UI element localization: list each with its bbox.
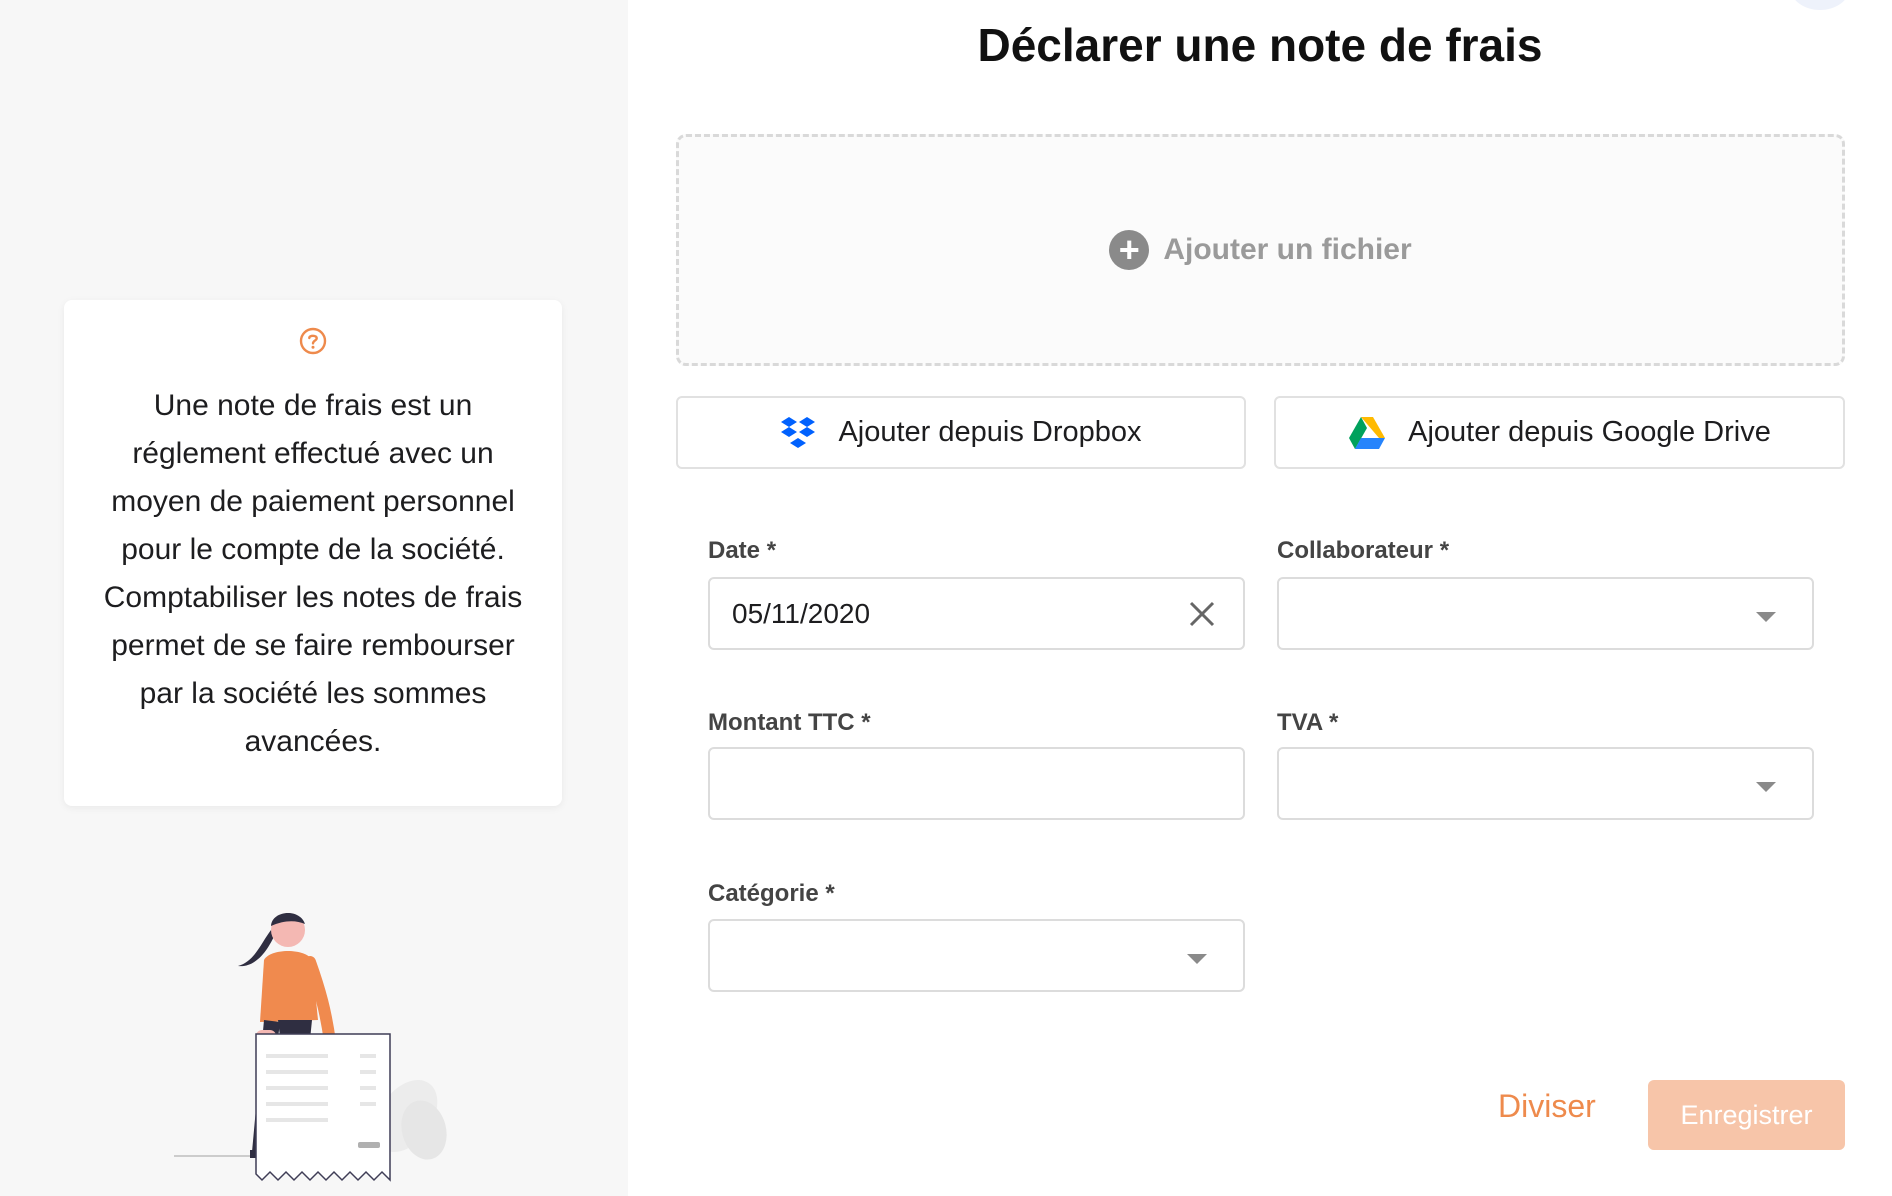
help-text: Une note de frais est un réglement effec… xyxy=(103,389,523,758)
collaborateur-label: Collaborateur * xyxy=(1277,537,1450,564)
dropzone-content: + Ajouter un fichier xyxy=(1109,230,1412,270)
help-card: Une note de frais est un réglement effec… xyxy=(64,300,562,806)
tva-select[interactable] xyxy=(1277,747,1814,820)
avatar[interactable] xyxy=(1790,0,1850,10)
chevron-down-icon xyxy=(1756,782,1776,792)
chevron-down-icon xyxy=(1187,954,1207,964)
date-value: 05/11/2020 xyxy=(732,598,871,629)
dropbox-icon xyxy=(781,416,816,448)
add-from-dropbox-button[interactable]: Ajouter depuis Dropbox xyxy=(676,396,1246,469)
file-dropzone[interactable]: + Ajouter un fichier xyxy=(676,134,1845,366)
chevron-down-icon xyxy=(1756,612,1776,622)
date-field[interactable]: 05/11/2020 xyxy=(708,577,1245,650)
montant-label: Montant TTC * xyxy=(708,709,871,736)
help-icon xyxy=(299,327,327,355)
add-from-google-drive-button[interactable]: Ajouter depuis Google Drive xyxy=(1274,396,1845,469)
add-file-label: Ajouter un fichier xyxy=(1163,233,1412,266)
google-drive-icon xyxy=(1349,416,1386,449)
split-button[interactable]: Diviser xyxy=(1498,1088,1596,1125)
date-label: Date * xyxy=(708,537,777,564)
left-panel: Une note de frais est un réglement effec… xyxy=(0,0,628,1196)
person-receipt-illustration xyxy=(174,912,447,1182)
google-drive-label: Ajouter depuis Google Drive xyxy=(1408,416,1771,448)
tva-label: TVA * xyxy=(1277,709,1339,736)
plus-circle-icon: + xyxy=(1109,230,1150,270)
page-title: Déclarer une note de frais xyxy=(977,19,1543,71)
clear-icon[interactable] xyxy=(1187,599,1217,629)
collaborateur-select[interactable] xyxy=(1277,577,1814,650)
save-button[interactable]: Enregistrer xyxy=(1648,1080,1845,1150)
montant-input[interactable] xyxy=(708,747,1245,820)
main-content: Déclarer une note de frais + Ajouter un … xyxy=(628,0,1892,1196)
categorie-label: Catégorie * xyxy=(708,880,835,907)
dropbox-label: Ajouter depuis Dropbox xyxy=(838,416,1142,448)
categorie-select[interactable] xyxy=(708,919,1245,992)
